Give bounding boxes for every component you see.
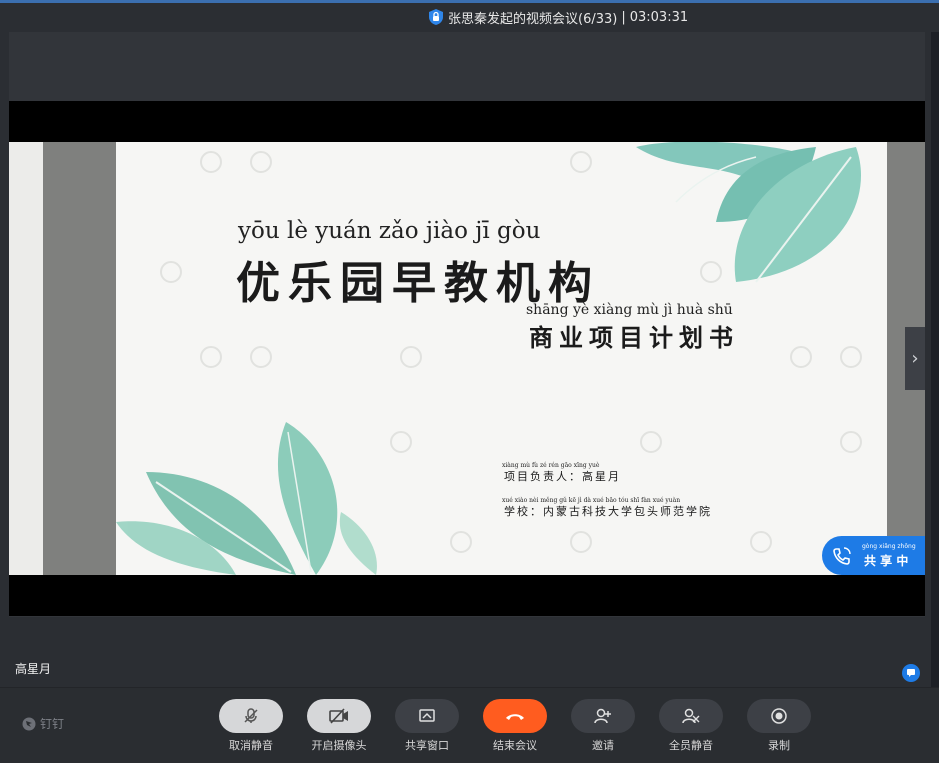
share-window-icon <box>419 709 435 722</box>
chevron-right-icon: › <box>911 348 919 369</box>
mute-all-icon <box>682 708 700 724</box>
invite-user-icon <box>594 708 611 724</box>
invite-button[interactable] <box>571 699 635 733</box>
slide-subtitle-pinyin: shāng yè xiàng mù jì huà shū <box>526 302 733 318</box>
mute-all-button[interactable] <box>659 699 723 733</box>
sharing-badge[interactable]: gòng xiǎng zhōng 共 享 中 <box>822 536 925 575</box>
slide-subtitle: 商业项目计划书 <box>529 323 739 352</box>
unmute-label: 取消静音 <box>229 739 273 752</box>
start-camera-label: 开启摄像头 <box>311 739 367 752</box>
next-page-button[interactable]: › <box>905 327 925 390</box>
end-meeting-button[interactable] <box>483 699 547 733</box>
leaf-decoration-top-right <box>116 142 862 575</box>
school-name: 内蒙古科技大学包头师范学院 <box>543 505 712 518</box>
camera-off-icon <box>329 708 348 724</box>
meeting-title-text: 张思秦发起的视频会议(6/33) <box>448 11 618 27</box>
brand-logo: 钉钉 <box>22 715 64 732</box>
school-label: 学校： <box>504 505 543 518</box>
slide-left-margin <box>9 142 43 575</box>
unmute-button[interactable] <box>219 699 283 733</box>
shield-lock-icon <box>428 8 444 26</box>
share-window-button[interactable] <box>395 699 459 733</box>
mic-off-icon <box>244 708 258 723</box>
chat-bubble-icon[interactable] <box>902 664 920 682</box>
active-speaker-name: 高星月 <box>15 662 52 676</box>
leader-name: 高星月 <box>582 470 621 483</box>
end-meeting-label: 结束会议 <box>493 739 537 752</box>
brand-name: 钉钉 <box>40 717 65 731</box>
sharing-badge-label: 共 享 中 <box>864 554 909 568</box>
start-camera-button[interactable] <box>307 699 371 733</box>
school-line: 学校：内蒙古科技大学包头师范学院 <box>504 503 712 519</box>
hang-up-icon <box>506 714 524 720</box>
dingtalk-icon <box>22 717 36 730</box>
title-bar: 张思秦发起的视频会议(6/33) | 03:03:31 <box>0 0 939 32</box>
participant-panel-edge <box>931 32 939 687</box>
invite-label: 邀请 <box>592 739 614 752</box>
meeting-title: 张思秦发起的视频会议(6/33) | 03:03:31 <box>428 7 688 27</box>
slide-left-border <box>43 142 116 575</box>
phone-share-icon <box>833 547 851 565</box>
record-button[interactable] <box>747 699 811 733</box>
meeting-elapsed-time: 03:03:31 <box>629 9 689 25</box>
presentation-slide: yōu lè yuán zǎo jiào jī gòu 优乐园早教机构 shān… <box>116 142 887 575</box>
mute-all-label: 全员静音 <box>669 739 713 752</box>
sharing-badge-pinyin: gòng xiǎng zhōng <box>862 543 916 550</box>
title-separator: | <box>621 9 626 25</box>
top-accent-strip <box>0 0 939 3</box>
slide-title-pinyin: yōu lè yuán zǎo jiào jī gòu <box>238 218 541 244</box>
leader-line: 项目负责人：高星月 <box>504 468 621 484</box>
record-label: 录制 <box>768 739 790 752</box>
record-icon <box>771 708 787 724</box>
share-window-label: 共享窗口 <box>405 739 449 752</box>
leader-label: 项目负责人： <box>504 470 582 483</box>
